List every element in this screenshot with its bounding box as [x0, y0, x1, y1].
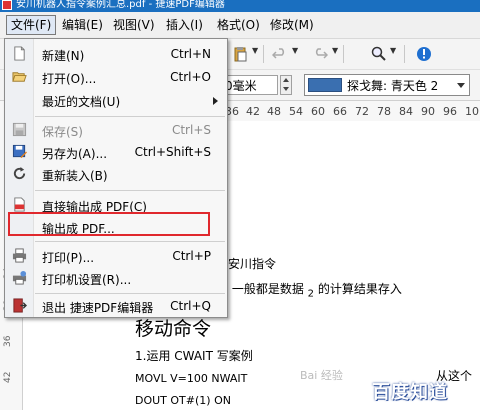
paste-dropdown-icon[interactable]: ▼ — [252, 46, 258, 55]
ruler-tick: 66 — [333, 105, 347, 118]
menu-item-new[interactable]: 新建(N) Ctrl+N — [5, 43, 227, 65]
paste-icon[interactable] — [232, 46, 248, 62]
toolbar-separator — [263, 45, 264, 63]
menu-item-save[interactable]: 保存(S) Ctrl+S — [5, 119, 227, 141]
vruler-tick: 42 — [3, 371, 13, 383]
menu-item-label: 重新装入(B) — [42, 169, 108, 183]
vruler-tick: 36 — [3, 335, 13, 347]
open-folder-icon — [12, 72, 27, 82]
ruler-tick: 84 — [399, 105, 413, 118]
save-as-icon — [12, 144, 27, 159]
undo-dropdown-icon[interactable]: ▼ — [292, 46, 298, 55]
window-title: 安川机器人指令案例汇总.pdf - 捷速PDF编辑器 — [16, 0, 225, 10]
menu-item-shortcut: Ctrl+Q — [170, 299, 211, 313]
toolbar-separator — [343, 45, 344, 63]
zoom-dropdown-icon[interactable]: ▼ — [390, 46, 396, 55]
exit-icon — [13, 298, 27, 313]
menu-edit[interactable]: 编辑(E) — [58, 16, 107, 34]
menu-item-shortcut: Ctrl+O — [170, 70, 211, 84]
size-spinner[interactable] — [280, 75, 292, 95]
printer-icon — [12, 248, 27, 263]
undo-icon[interactable] — [272, 46, 288, 62]
ruler-tick: 10 — [465, 105, 479, 118]
ruler-tick: 78 — [377, 105, 391, 118]
menu-item-shortcut: Ctrl+N — [170, 47, 211, 61]
menu-insert[interactable]: 插入(I) — [162, 16, 207, 34]
reload-icon — [13, 166, 26, 180]
toolbar-separator — [404, 45, 405, 63]
menu-item-label: 新建(N) — [42, 49, 85, 63]
menu-separator — [35, 293, 225, 294]
doc-code-line: DOUT OT#(1) ON — [135, 394, 231, 407]
menu-separator — [35, 116, 225, 117]
size-input[interactable]: 0毫米 — [222, 75, 278, 95]
menu-item-exit[interactable]: 退出 捷速PDF编辑器 Ctrl+Q — [5, 295, 227, 317]
redo-icon[interactable] — [312, 46, 328, 62]
menu-item-label: 退出 捷速PDF编辑器 — [42, 301, 154, 315]
menu-item-recent[interactable]: 最近的文档(U) — [5, 89, 227, 111]
ruler-tick: 60 — [311, 105, 325, 118]
menu-item-shortcut: Ctrl+Shift+S — [134, 145, 211, 159]
menu-item-label: 打印机设置(R)... — [42, 273, 132, 287]
menu-item-print[interactable]: 打印(P)... Ctrl+P — [5, 245, 227, 267]
new-document-icon — [14, 46, 25, 61]
menu-item-label: 打开(O)... — [42, 72, 97, 86]
menu-separator — [35, 241, 225, 242]
menu-item-label: 另存为(A)... — [42, 147, 108, 161]
redo-dropdown-icon[interactable]: ▼ — [332, 46, 338, 55]
menu-item-label: 打印(P)... — [42, 251, 95, 265]
menu-item-shortcut: Ctrl+P — [172, 249, 211, 263]
menu-file[interactable]: 文件(F) — [6, 15, 57, 35]
title-bar: 安川机器人指令案例汇总.pdf - 捷速PDF编辑器 — [0, 0, 480, 12]
color-select-value: 探戈舞: 青天色 2 — [347, 79, 439, 93]
menu-separator — [35, 190, 225, 191]
menu-format[interactable]: 格式(O) — [213, 16, 264, 34]
ruler-tick: 42 — [246, 105, 260, 118]
doc-section-title: 移动命令 — [135, 318, 212, 340]
annotation-highlight-box — [8, 212, 210, 236]
ruler-tick: 48 — [267, 105, 281, 118]
ruler-tick: 54 — [289, 105, 303, 118]
save-icon — [12, 122, 27, 137]
pdf-export-icon — [14, 197, 25, 212]
ruler-tick: 90 — [421, 105, 435, 118]
color-swatch — [308, 78, 342, 92]
menu-item-printer-setup[interactable]: 打印机设置(R)... — [5, 267, 227, 289]
doc-example-title: 1.运用 CWAIT 写案例 — [135, 349, 253, 363]
menu-item-label: 保存(S) — [42, 125, 83, 139]
menu-item-label: 最近的文档(U) — [42, 95, 121, 109]
menu-modify[interactable]: 修改(M) — [266, 16, 318, 34]
watermark-logo: 百度知道 — [372, 382, 448, 403]
file-menu: 新建(N) Ctrl+N 打开(O)... Ctrl+O 最近的文档(U) 保存… — [4, 38, 228, 318]
ruler-tick: 72 — [355, 105, 369, 118]
doc-code-line: MOVL V=100 NWAIT — [135, 372, 248, 385]
menu-item-save-as[interactable]: 另存为(A)... Ctrl+Shift+S — [5, 141, 227, 163]
watermark-faint: Bai 经验 — [300, 369, 343, 382]
zoom-icon[interactable] — [371, 46, 387, 62]
info-icon[interactable] — [416, 46, 432, 62]
menu-view[interactable]: 视图(V) — [109, 16, 159, 34]
submenu-arrow-icon — [213, 97, 218, 105]
menu-bar: 文件(F) 编辑(E) 视图(V) 插入(I) 格式(O) 修改(M) — [0, 12, 480, 39]
menu-item-shortcut: Ctrl+S — [171, 123, 211, 137]
printer-settings-icon — [12, 270, 27, 285]
menu-item-open[interactable]: 打开(O)... Ctrl+O — [5, 66, 227, 88]
chevron-down-icon[interactable] — [457, 83, 465, 88]
menu-item-reload[interactable]: 重新装入(B) — [5, 163, 227, 185]
color-select[interactable]: 探戈舞: 青天色 2 — [304, 74, 470, 96]
app-icon — [2, 0, 12, 10]
ruler-tick: 96 — [443, 105, 457, 118]
